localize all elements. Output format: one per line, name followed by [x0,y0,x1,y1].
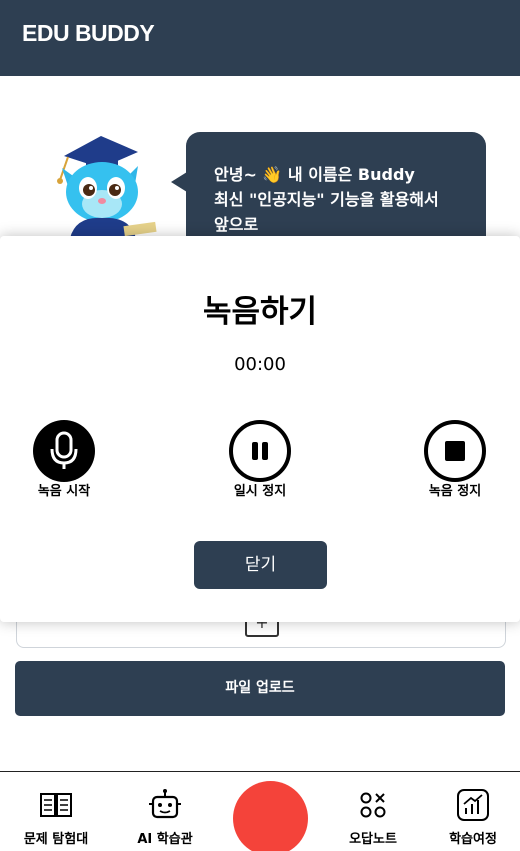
greeting-bubble: 안녕~ 👋 내 이름은 Buddy 최신 "인공지능" 기능을 활용해서 앞으로 [171,132,486,252]
pause-icon[interactable] [229,420,291,482]
greeting-line-1: 안녕~ 👋 내 이름은 Buddy [214,165,415,184]
greeting-line-3: 앞으로 [214,215,259,234]
nav-label: AI 학습관 [137,832,193,847]
bottom-navigation: 문제 탐험대 AI 학습관 오답노트 학습여정 [0,771,520,851]
nav-ai-study[interactable]: AI 학습관 [115,788,215,847]
pause-label: 일시 정지 [233,484,287,499]
nav-wrong-answer-note[interactable]: 오답노트 [323,788,423,847]
nav-label: 문제 탐험대 [23,832,89,847]
pause-button[interactable]: 일시 정지 [200,420,320,499]
nav-study-journey[interactable]: 학습여정 [423,788,520,847]
book-icon [38,788,74,822]
greeting-line-2: 최신 "인공지능" 기능을 활용해서 [214,190,439,209]
file-upload-button[interactable]: 파일 업로드 [15,661,505,716]
start-recording-button[interactable]: 녹음 시작 [4,420,124,499]
recording-modal: 녹음하기 00:00 녹음 시작 일시 정지 녹음 정지 닫기 [0,236,520,622]
app-title: EDU BUDDY [22,20,155,46]
stop-recording-label: 녹음 정지 [428,484,482,499]
close-button[interactable]: 닫기 [194,541,327,589]
robot-icon [147,788,183,822]
app-header: EDU BUDDY [0,0,520,76]
modal-title: 녹음하기 [202,294,318,330]
nav-label: 오답노트 [349,832,397,847]
stop-recording-button[interactable]: 녹음 정지 [395,420,515,499]
nav-label: 학습여정 [449,832,497,847]
growth-chart-icon [455,788,491,822]
start-recording-label: 녹음 시작 [37,484,91,499]
circles-x-icon [355,788,391,822]
stop-icon[interactable] [424,420,486,482]
recording-timer: 00:00 [234,354,286,375]
microphone-icon[interactable] [33,420,95,482]
nav-problem-explorer[interactable]: 문제 탐험대 [6,788,106,847]
buddy-mascot [46,128,176,238]
record-fab-button[interactable] [233,781,308,851]
